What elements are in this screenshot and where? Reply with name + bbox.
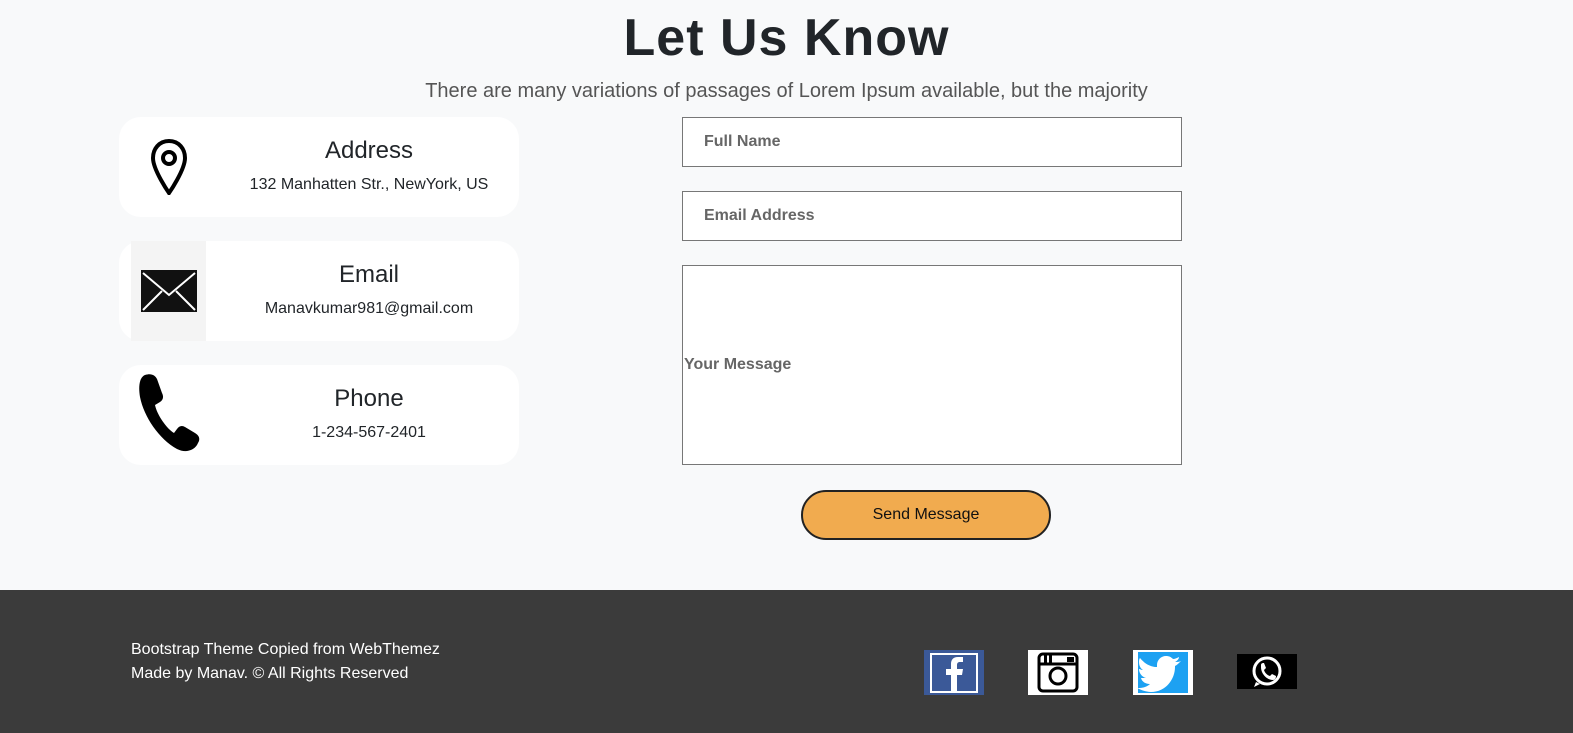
email-input[interactable]: Email Address [682, 191, 1182, 241]
email-value: Manavkumar981@gmail.com [264, 300, 474, 317]
footer-copyright: Made by Manav. © All Rights Reserved [131, 665, 409, 682]
twitter-icon[interactable] [1133, 650, 1193, 700]
phone-icon [137, 371, 201, 453]
map-pin-icon [149, 139, 189, 195]
phone-heading: Phone [334, 385, 404, 412]
page-subtitle: There are many variations of passages of… [425, 80, 1148, 102]
phone-value: 1-234-567-2401 [312, 424, 426, 441]
whatsapp-icon[interactable] [1237, 654, 1297, 694]
instagram-icon[interactable] [1028, 650, 1088, 700]
contact-section: Let Us Know There are many variations of… [0, 0, 1573, 590]
email-card: Email Manavkumar981@gmail.com [119, 241, 519, 341]
full-name-input[interactable]: Full Name [682, 117, 1182, 167]
footer: Bootstrap Theme Copied from WebThemez Ma… [0, 590, 1573, 733]
page-title: Let Us Know [623, 9, 950, 67]
send-message-button[interactable]: Send Message [801, 490, 1051, 540]
address-value: 132 Manhatten Str., NewYork, US [249, 176, 489, 193]
address-heading: Address [324, 137, 414, 164]
email-heading: Email [338, 261, 399, 288]
footer-credit: Bootstrap Theme Copied from WebThemez [131, 641, 440, 658]
facebook-icon[interactable] [924, 650, 984, 700]
phone-card: Phone 1-234-567-2401 [119, 365, 519, 465]
message-textarea[interactable]: Your Message [682, 265, 1182, 465]
address-card: Address 132 Manhatten Str., NewYork, US [119, 117, 519, 217]
envelope-icon [131, 241, 206, 341]
